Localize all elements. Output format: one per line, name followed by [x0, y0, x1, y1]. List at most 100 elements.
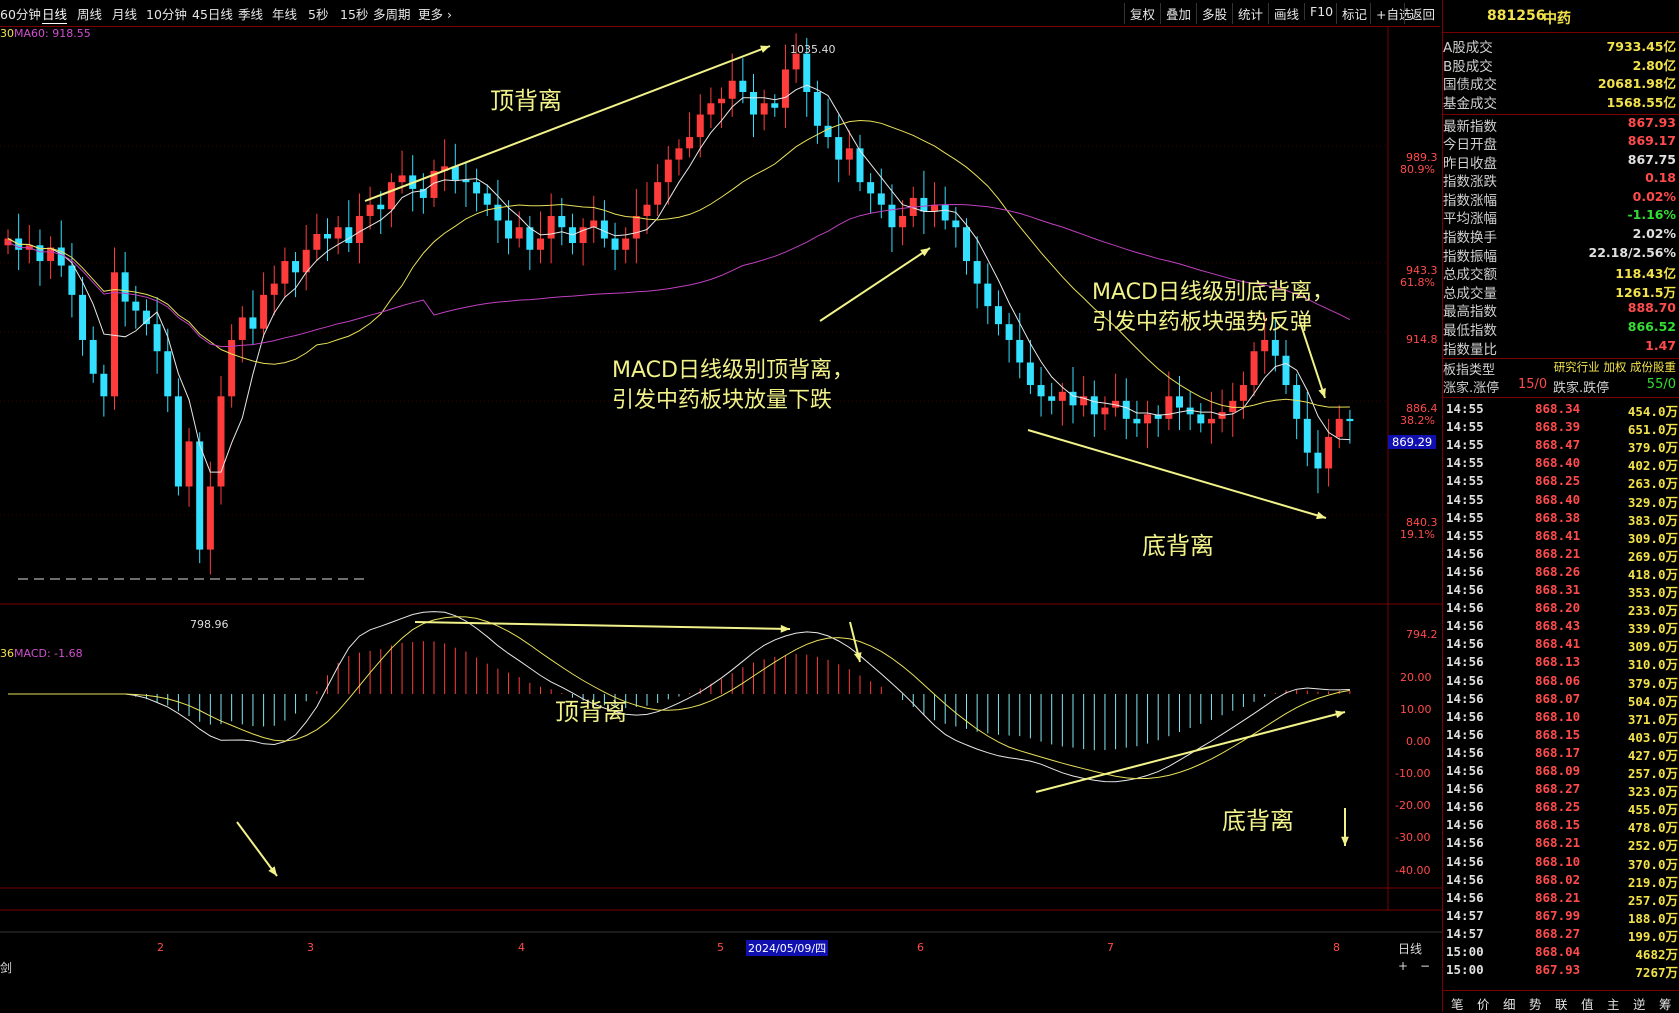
panel-tab[interactable]: 主 — [1607, 994, 1620, 1013]
x-axis-label: 3 — [307, 941, 314, 954]
tick-row: 14:56 868.15 403.0万 — [1443, 727, 1679, 745]
candle-body — [228, 339, 236, 397]
kline-chart[interactable]: 30 MA60: 918.55 36 MACD: -1.68 1035.40 7… — [0, 26, 1442, 988]
panel-tab[interactable]: 筹 — [1659, 994, 1672, 1013]
f10-button[interactable]: F10 — [1304, 3, 1338, 20]
ma-prefix: 30 — [0, 27, 14, 40]
tick-time: 14:55 — [1446, 473, 1484, 489]
candle-body — [664, 159, 672, 183]
statistics-button[interactable]: 统计 — [1232, 3, 1268, 24]
tick-time: 14:55 — [1446, 437, 1484, 453]
candle-body — [270, 283, 278, 295]
macd-axis-label: -10.00 — [1395, 767, 1431, 780]
macd-top-callout-arrow-head — [920, 248, 930, 257]
stat-label: 指数量比 — [1443, 341, 1497, 358]
candle-body — [366, 204, 374, 216]
candle-body — [217, 396, 225, 487]
tick-price: 868.07 — [1535, 690, 1581, 706]
period-15sec[interactable]: 15秒 — [340, 4, 368, 23]
tick-price: 868.10 — [1535, 708, 1581, 724]
chart-canvas[interactable] — [0, 26, 1442, 988]
x-axis-label: 6 — [917, 941, 924, 954]
tick-vol: 379.0万 — [1627, 440, 1678, 456]
period-10min[interactable]: 10分钟 — [146, 4, 187, 23]
tick-vol: 257.0万 — [1627, 766, 1678, 781]
panel-header: 881256 中药 — [1443, 0, 1679, 33]
panel-tab[interactable]: 笔 — [1451, 994, 1464, 1013]
candle-body — [100, 373, 108, 397]
tick-time: 14:56 — [1446, 817, 1484, 833]
top-divergence-arrow — [364, 45, 771, 202]
tick-row: 14:57 868.27 199.0万 — [1443, 926, 1679, 944]
stat-value: 118.43亿 — [1615, 266, 1676, 282]
tick-row: 14:56 868.17 427.0万 — [1443, 745, 1679, 763]
stat-value: 866.52 — [1627, 319, 1676, 334]
panel-tab[interactable]: 势 — [1529, 994, 1542, 1013]
tick-vol: 418.0万 — [1627, 566, 1678, 582]
tick-row: 14:56 868.43 339.0万 — [1443, 618, 1679, 636]
candle-body — [760, 103, 768, 115]
mark-button[interactable]: 标记 — [1336, 3, 1372, 24]
stat-label: B股成交 — [1443, 58, 1493, 75]
candle-body — [1207, 418, 1215, 424]
candle-body — [941, 204, 949, 221]
stat-row: 指数涨跌 0.18 — [1443, 170, 1679, 190]
period-60min[interactable]: 60分钟 — [0, 4, 41, 23]
candle-body — [1090, 396, 1098, 415]
tick-row: 14:56 868.10 371.0万 — [1443, 709, 1679, 727]
multi-stock-button[interactable]: 多股 — [1196, 3, 1232, 24]
tick-time: 14:56 — [1446, 744, 1484, 760]
tick-row: 14:56 868.27 323.0万 — [1443, 781, 1679, 799]
tick-price: 868.40 — [1535, 455, 1581, 471]
candle-body — [1101, 407, 1109, 415]
period-yearly[interactable]: 年线 — [272, 4, 297, 23]
period-daily[interactable]: 日线 — [42, 4, 68, 24]
stat-row: 今日开盘 869.17 — [1443, 133, 1679, 153]
tick-price: 868.26 — [1535, 563, 1581, 579]
period-multi[interactable]: 多周期 — [373, 4, 411, 23]
tick-vol: 383.0万 — [1627, 512, 1678, 528]
panel-tab[interactable]: 联 — [1555, 994, 1568, 1013]
tick-price: 868.39 — [1535, 419, 1581, 435]
tick-row: 14:55 868.40 329.0万 — [1443, 492, 1679, 510]
period-quarterly[interactable]: 季线 — [238, 4, 263, 23]
tick-row: 14:56 868.21 252.0万 — [1443, 835, 1679, 853]
overlay-button[interactable]: 叠加 — [1160, 3, 1196, 24]
fuquan-button[interactable]: 复权 — [1124, 3, 1160, 24]
candle-body — [1271, 339, 1279, 356]
tick-price: 868.34 — [1535, 401, 1581, 416]
candle-body — [728, 80, 736, 99]
candle-body — [654, 182, 662, 205]
price-axis-pct: 38.2% — [1400, 414, 1435, 427]
period-more[interactable]: 更多 › — [418, 4, 452, 23]
back-button[interactable]: 返回 — [1404, 3, 1440, 24]
candle-body — [164, 351, 172, 397]
candle-body — [1048, 396, 1056, 401]
zoom-out-button[interactable]: − — [1420, 959, 1430, 973]
panel-tab[interactable]: 细 — [1503, 994, 1516, 1013]
macd-axis-label: 20.00 — [1400, 671, 1432, 684]
stat-label: 今日开盘 — [1443, 137, 1497, 153]
candle-body — [611, 238, 619, 250]
candle-body — [643, 204, 651, 216]
tick-time: 14:56 — [1446, 563, 1484, 579]
annotation-bottom-divergence: 底背离 — [1142, 532, 1214, 560]
panel-tab[interactable]: 价 — [1477, 994, 1490, 1013]
high-price-label: 1035.40 — [790, 43, 836, 56]
panel-tab[interactable]: 逆 — [1633, 994, 1646, 1013]
stat-label: 最低指数 — [1443, 323, 1497, 339]
period-45day[interactable]: 45日线 — [192, 4, 233, 23]
stat-row: 总成交额 118.43亿 — [1443, 263, 1679, 283]
candle-body — [345, 227, 353, 244]
draw-line-button[interactable]: 画线 — [1268, 3, 1304, 24]
period-monthly[interactable]: 月线 — [112, 4, 137, 23]
period-5sec[interactable]: 5秒 — [308, 4, 328, 23]
x-axis-label: 4 — [518, 941, 525, 954]
panel-tab[interactable]: 值 — [1581, 994, 1594, 1013]
candle-body — [121, 272, 129, 302]
tick-row: 14:56 868.13 310.0万 — [1443, 654, 1679, 672]
tick-vol: 402.0万 — [1627, 458, 1678, 474]
period-weekly[interactable]: 周线 — [77, 4, 102, 23]
zoom-in-button[interactable]: + — [1398, 959, 1408, 973]
tick-time: 14:56 — [1446, 582, 1484, 597]
